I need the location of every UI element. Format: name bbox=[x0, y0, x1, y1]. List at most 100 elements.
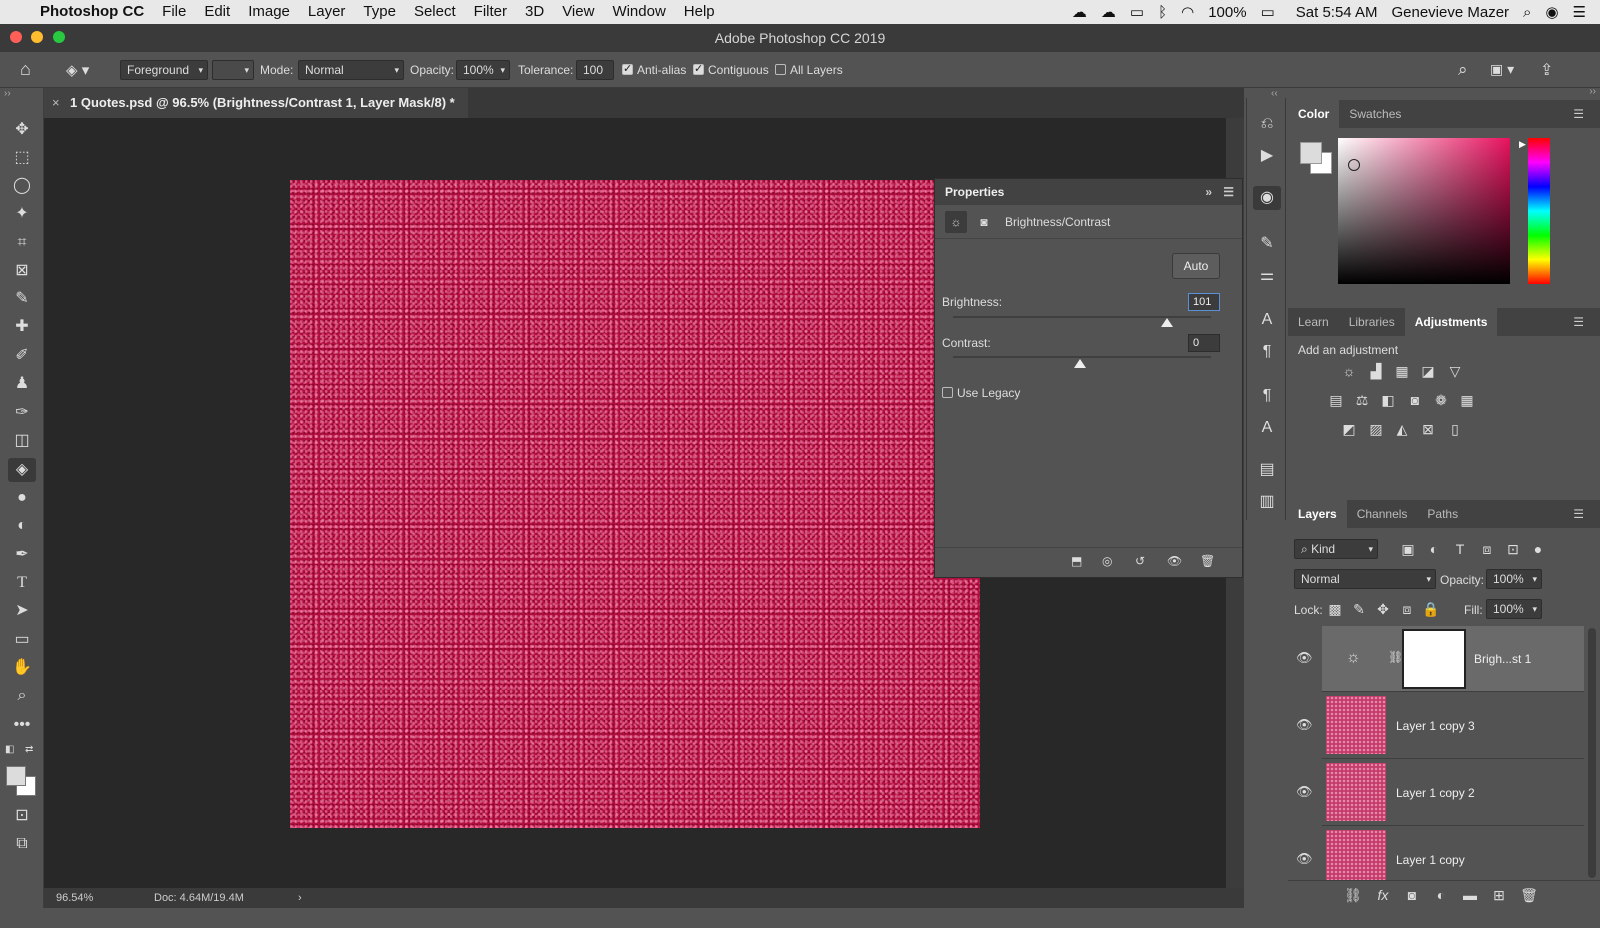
tab-learn[interactable]: Learn bbox=[1288, 308, 1339, 336]
wifi-icon[interactable]: ◠ bbox=[1174, 3, 1201, 21]
layer-name[interactable]: Layer 1 copy bbox=[1396, 827, 1465, 880]
tab-layers[interactable]: Layers bbox=[1288, 500, 1347, 528]
mode-select[interactable]: Normal ▾ bbox=[298, 59, 404, 80]
healing-brush-tool-icon[interactable]: ✚ bbox=[8, 315, 36, 339]
brush-settings-icon[interactable]: ✎ bbox=[1253, 232, 1281, 256]
color-field[interactable] bbox=[1338, 138, 1510, 284]
clock[interactable]: Sat 5:54 AM bbox=[1282, 4, 1385, 21]
layers-panel-menu-icon[interactable]: ☰ bbox=[1563, 500, 1594, 528]
link-layers-icon[interactable]: ⛓ bbox=[1344, 886, 1362, 904]
toggle-visibility-icon[interactable]: 👁 bbox=[1167, 554, 1182, 568]
view-previous-icon[interactable]: ◎ bbox=[1102, 554, 1112, 568]
rectangle-tool-icon[interactable]: ▭ bbox=[8, 628, 36, 652]
default-colors-icon[interactable]: ◧ bbox=[5, 744, 14, 755]
frame-tool-icon[interactable]: ⊠ bbox=[8, 259, 36, 283]
brush-tool-icon[interactable]: ✐ bbox=[8, 344, 36, 368]
menu-type[interactable]: Type bbox=[354, 0, 405, 24]
blend-mode-select[interactable]: Normal ▾ bbox=[1294, 569, 1436, 589]
menu-view[interactable]: View bbox=[553, 0, 603, 24]
layer-visibility-eye-icon[interactable]: 👁 bbox=[1296, 851, 1313, 867]
layer-visibility-eye-icon[interactable]: 👁 bbox=[1296, 650, 1313, 666]
menu-select[interactable]: Select bbox=[405, 0, 465, 24]
collapse-dock-icon[interactable]: ›› bbox=[1589, 86, 1596, 97]
curves-icon[interactable]: ▦ bbox=[1393, 362, 1411, 380]
menu-file[interactable]: File bbox=[153, 0, 195, 24]
layers-scrollbar[interactable] bbox=[1588, 628, 1596, 878]
tab-swatches[interactable]: Swatches bbox=[1339, 100, 1411, 128]
auto-button[interactable]: Auto bbox=[1172, 253, 1220, 279]
layer-style-icon[interactable]: fx bbox=[1374, 886, 1392, 904]
color-picker-marker[interactable] bbox=[1348, 159, 1360, 171]
lock-all-icon[interactable]: 🔒 bbox=[1422, 600, 1440, 618]
exposure-icon[interactable]: ◪ bbox=[1419, 362, 1437, 380]
eraser-tool-icon[interactable]: ◫ bbox=[8, 429, 36, 453]
spotlight-icon[interactable]: ⌕ bbox=[1516, 4, 1538, 21]
marquee-tool-icon[interactable]: ⬚ bbox=[8, 146, 36, 170]
brightness-adjust-icon[interactable]: ☼ bbox=[945, 210, 967, 233]
paint-bucket-preset-icon[interactable]: ◈ ▾ bbox=[66, 61, 89, 79]
collapse-strip-icon[interactable]: ‹‹ bbox=[1271, 88, 1278, 99]
new-layer-icon[interactable]: ⊞ bbox=[1490, 886, 1508, 904]
foreground-color-swatch[interactable] bbox=[6, 766, 26, 786]
delete-adjustment-icon[interactable]: 🗑 bbox=[1200, 554, 1215, 568]
move-tool-icon[interactable]: ✥ bbox=[8, 118, 36, 142]
layer-name[interactable]: Layer 1 copy 2 bbox=[1396, 760, 1475, 826]
app-menu[interactable]: Photoshop CC bbox=[31, 0, 153, 24]
antialias-checkbox[interactable]: Anti-alias bbox=[622, 62, 686, 77]
lasso-tool-icon[interactable]: ◯ bbox=[8, 174, 36, 198]
type-tool-icon[interactable]: T bbox=[8, 571, 36, 595]
home-icon[interactable]: ⌂ bbox=[20, 59, 31, 80]
layer-name[interactable]: Brigh...st 1 bbox=[1474, 626, 1531, 692]
history-panel-icon[interactable]: ⎌ bbox=[1253, 112, 1281, 136]
add-mask-icon[interactable]: ◙ bbox=[1403, 886, 1421, 904]
vibrance-icon[interactable]: ▽ bbox=[1446, 362, 1464, 380]
layer-mask-icon[interactable]: ◙ bbox=[973, 211, 995, 233]
eyedropper-tool-icon[interactable]: ✎ bbox=[8, 287, 36, 311]
new-adjustment-layer-icon[interactable]: ◐ bbox=[1432, 886, 1450, 904]
menu-3d[interactable]: 3D bbox=[516, 0, 553, 24]
filter-pixel-icon[interactable]: ▣ bbox=[1399, 540, 1417, 558]
contrast-slider-thumb[interactable] bbox=[1074, 359, 1086, 368]
document-tab[interactable]: × 1 Quotes.psd @ 96.5% (Brightness/Contr… bbox=[44, 88, 468, 118]
minimize-window-button[interactable] bbox=[31, 31, 43, 43]
paragraph-panel-icon[interactable]: ¶ bbox=[1253, 340, 1281, 364]
layer-row[interactable]: 👁 ☼ ⛓ Brigh...st 1 bbox=[1296, 626, 1584, 692]
menu-layer[interactable]: Layer bbox=[299, 0, 355, 24]
layer-row[interactable]: 👁 Layer 1 copy bbox=[1296, 827, 1584, 880]
menu-image[interactable]: Image bbox=[239, 0, 299, 24]
battery-percent[interactable]: 100% bbox=[1201, 4, 1253, 21]
menu-filter[interactable]: Filter bbox=[465, 0, 516, 24]
contrast-input[interactable]: 0 bbox=[1188, 334, 1220, 352]
share-icon[interactable]: ⇪ bbox=[1540, 60, 1553, 80]
menu-help[interactable]: Help bbox=[675, 0, 724, 24]
delete-layer-icon[interactable]: 🗑 bbox=[1520, 886, 1538, 904]
hand-tool-icon[interactable]: ✋ bbox=[8, 656, 36, 680]
glyphs-panel-icon[interactable]: ▤ bbox=[1253, 458, 1281, 482]
paint-bucket-tool-icon[interactable]: ◈ bbox=[8, 458, 36, 482]
tab-channels[interactable]: Channels bbox=[1347, 500, 1418, 528]
notification-center-icon[interactable]: ☰ bbox=[1566, 3, 1600, 21]
workspace-icon[interactable]: ▣ ▾ bbox=[1490, 61, 1514, 78]
hue-slider-marker[interactable]: ▶ bbox=[1519, 139, 1526, 150]
color-balance-icon[interactable]: ⚖ bbox=[1353, 391, 1371, 409]
color-lookup-icon[interactable]: ▦ bbox=[1458, 391, 1476, 409]
zoom-tool-icon[interactable]: ⌕ bbox=[8, 684, 36, 708]
airplay-icon[interactable]: ▭ bbox=[1123, 3, 1151, 21]
all-layers-checkbox[interactable]: All Layers bbox=[775, 63, 843, 77]
cloud-upload-icon[interactable]: ☁ bbox=[1094, 3, 1123, 21]
close-window-button[interactable] bbox=[10, 31, 22, 43]
brightness-input[interactable]: 101 bbox=[1188, 293, 1220, 311]
contrast-slider-track[interactable] bbox=[953, 356, 1211, 358]
use-legacy-checkbox[interactable]: Use Legacy bbox=[942, 386, 1020, 400]
tab-libraries[interactable]: Libraries bbox=[1339, 308, 1405, 336]
new-group-icon[interactable]: ▬ bbox=[1461, 886, 1479, 904]
channel-mixer-icon[interactable]: ❁ bbox=[1432, 391, 1450, 409]
selective-color-icon[interactable]: ⊠ bbox=[1419, 420, 1437, 438]
collapse-panel-icon[interactable]: » bbox=[1205, 179, 1212, 205]
layer-name[interactable]: Layer 1 copy 3 bbox=[1396, 693, 1475, 759]
contiguous-checkbox[interactable]: Contiguous bbox=[693, 62, 769, 77]
close-tab-icon[interactable]: × bbox=[52, 88, 60, 118]
battery-icon[interactable]: ▭ bbox=[1254, 3, 1282, 21]
fill-source-select[interactable]: Foreground ▾ bbox=[120, 59, 208, 80]
filter-shape-icon[interactable]: ⧈ bbox=[1478, 540, 1496, 558]
